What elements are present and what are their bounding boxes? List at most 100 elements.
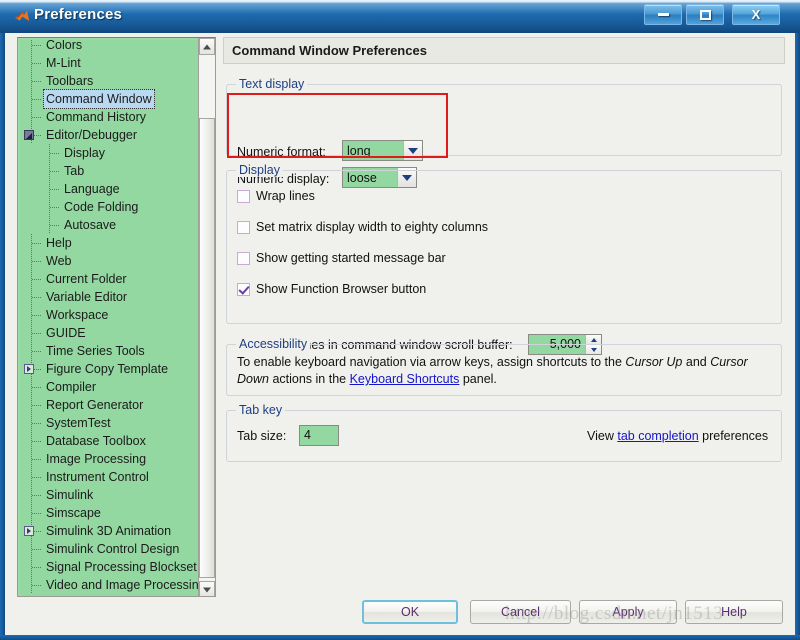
sidebar-item-time-series-tools[interactable]: Time Series Tools (20, 342, 198, 360)
sidebar-item-compiler[interactable]: Compiler (20, 378, 198, 396)
tree-scrollbar[interactable] (198, 38, 215, 596)
ok-button[interactable]: OK (362, 600, 458, 624)
sidebar-item-current-folder[interactable]: Current Folder (20, 270, 198, 288)
sidebar-item-signal-processing-blockset[interactable]: Signal Processing Blockset (20, 558, 198, 576)
close-button[interactable]: X (732, 4, 780, 25)
sidebar-item-instrument-control[interactable]: Instrument Control (20, 468, 198, 486)
sidebar-item-label: Figure Copy Template (46, 362, 169, 376)
sidebar-item-image-processing[interactable]: Image Processing (20, 450, 198, 468)
sidebar-item-language[interactable]: Language (20, 180, 198, 198)
sidebar-item-guide[interactable]: GUIDE (20, 324, 198, 342)
cancel-button[interactable]: Cancel (470, 600, 571, 624)
tab-size-input[interactable]: 4 (299, 425, 339, 446)
sidebar-item-autosave[interactable]: Autosave (20, 216, 198, 234)
display-checkbox-wrap-lines[interactable]: Wrap lines (237, 189, 315, 203)
sidebar-item-simulink-3d-animation[interactable]: Simulink 3D Animation (20, 522, 198, 540)
checkbox-unchecked-icon[interactable] (237, 220, 250, 234)
sidebar-item-toolbars[interactable]: Toolbars (20, 72, 198, 90)
numeric-format-dropdown[interactable]: long (342, 140, 423, 161)
sidebar-item-systemtest[interactable]: SystemTest (20, 414, 198, 432)
sidebar-item-colors[interactable]: Colors (20, 40, 198, 54)
tree-scroll-up-button[interactable] (199, 38, 215, 55)
tree-elbow-line (32, 333, 42, 334)
tree-elbow-line (50, 225, 60, 226)
sidebar-item-figure-copy-template[interactable]: Figure Copy Template (20, 360, 198, 378)
ok-button-label: OK (400, 605, 420, 619)
sidebar-item-simulink[interactable]: Simulink (20, 486, 198, 504)
sidebar-item-code-folding[interactable]: Code Folding (20, 198, 198, 216)
tree-elbow-line (32, 549, 42, 550)
minimize-icon (645, 5, 681, 24)
window-frame-bottom (0, 635, 800, 640)
sidebar-item-m-lint[interactable]: M-Lint (20, 54, 198, 72)
sidebar-item-label: SystemTest (46, 416, 111, 430)
tree-elbow-line (32, 567, 42, 568)
tree-elbow-line (32, 423, 42, 424)
sidebar-item-simulink-control-design[interactable]: Simulink Control Design (20, 540, 198, 558)
minimize-button[interactable] (644, 4, 682, 25)
sidebar-item-label: Compiler (46, 380, 97, 394)
numeric-format-value: long (347, 143, 371, 158)
tree-elbow-line (32, 315, 42, 316)
checkbox-unchecked-icon[interactable] (237, 251, 250, 265)
sidebar-item-video-and-image-processing[interactable]: Video and Image Processing (20, 576, 198, 594)
display-checkbox-set-matrix-display-width-to-eighty-columns[interactable]: Set matrix display width to eighty colum… (237, 220, 488, 234)
sidebar-item-label: Autosave (64, 218, 117, 232)
tree-elbow-line (50, 153, 60, 154)
tree-elbow-line (32, 99, 42, 100)
sidebar-item-database-toolbox[interactable]: Database Toolbox (20, 432, 198, 450)
tree-scroll-down-button[interactable] (199, 581, 215, 596)
window-title: Preferences (34, 6, 123, 23)
tree-elbow-line (32, 459, 42, 460)
sidebar-item-label: M-Lint (46, 56, 81, 70)
checkbox-checked-icon[interactable] (237, 282, 250, 296)
tree-elbow-line (32, 243, 42, 244)
chevron-down-icon[interactable] (403, 141, 422, 160)
sidebar-item-report-generator[interactable]: Report Generator (20, 396, 198, 414)
maximize-button[interactable] (686, 4, 724, 25)
preferences-tree[interactable]: Colors M-Lint Toolbars Command Window Comman… (20, 40, 198, 596)
tree-elbow-line (50, 171, 60, 172)
sidebar-item-workspace[interactable]: Workspace (20, 306, 198, 324)
sidebar-item-command-history[interactable]: Command History (20, 108, 198, 126)
sidebar-item-help[interactable]: Help (20, 234, 198, 252)
sidebar-item-command-window[interactable]: Command Window (20, 89, 198, 109)
accessibility-group-title: Accessibility (236, 337, 311, 351)
help-button[interactable]: Help (685, 600, 783, 624)
tree-collapse-icon[interactable] (24, 130, 34, 140)
sidebar-item-simscape[interactable]: Simscape (20, 504, 198, 522)
accessibility-description: To enable keyboard navigation via arrow … (237, 354, 772, 388)
apply-button-label: Apply (612, 605, 644, 619)
display-checkbox-label: Show Function Browser button (256, 282, 427, 296)
sidebar-item-web[interactable]: Web (20, 252, 198, 270)
tab-completion-link[interactable]: tab completion (617, 429, 698, 443)
apply-button[interactable]: Apply (579, 600, 677, 624)
sidebar-item-tab[interactable]: Tab (20, 162, 198, 180)
sidebar-item-label: Language (64, 182, 120, 196)
sidebar-item-label: Simulink Control Design (46, 542, 180, 556)
sidebar-item-editor-debugger[interactable]: Editor/Debugger (20, 126, 198, 144)
accessibility-text-part1: To enable keyboard navigation via arrow … (237, 355, 626, 369)
keyboard-shortcuts-link[interactable]: Keyboard Shortcuts (350, 372, 460, 386)
tree-scrollbar-thumb[interactable] (199, 118, 215, 578)
sidebar-item-variable-editor[interactable]: Variable Editor (20, 288, 198, 306)
display-checkbox-show-getting-started-message-bar[interactable]: Show getting started message bar (237, 251, 446, 265)
tree-expand-icon[interactable] (24, 364, 34, 374)
sidebar-item-display[interactable]: Display (20, 144, 198, 162)
tree-elbow-line (32, 81, 42, 82)
display-checkbox-show-function-browser-button[interactable]: Show Function Browser button (237, 282, 426, 296)
sidebar-item-label: Tab (64, 164, 85, 178)
tree-expand-icon[interactable] (24, 526, 34, 536)
tree-elbow-line (32, 405, 42, 406)
caret-down-icon (203, 587, 211, 592)
accessibility-text-part2: and (682, 355, 711, 369)
tab-completion-hint: View tab completion preferences (587, 428, 768, 445)
window-title-bar: Preferences X (0, 0, 800, 34)
sidebar-item-label: Toolbars (46, 74, 94, 88)
caret-up-icon (203, 44, 211, 49)
tree-elbow-line (50, 207, 60, 208)
checkbox-unchecked-icon[interactable] (237, 189, 250, 203)
tree-elbow-line (32, 117, 42, 118)
sidebar-item-label: Database Toolbox (46, 434, 146, 448)
tree-elbow-line (32, 279, 42, 280)
